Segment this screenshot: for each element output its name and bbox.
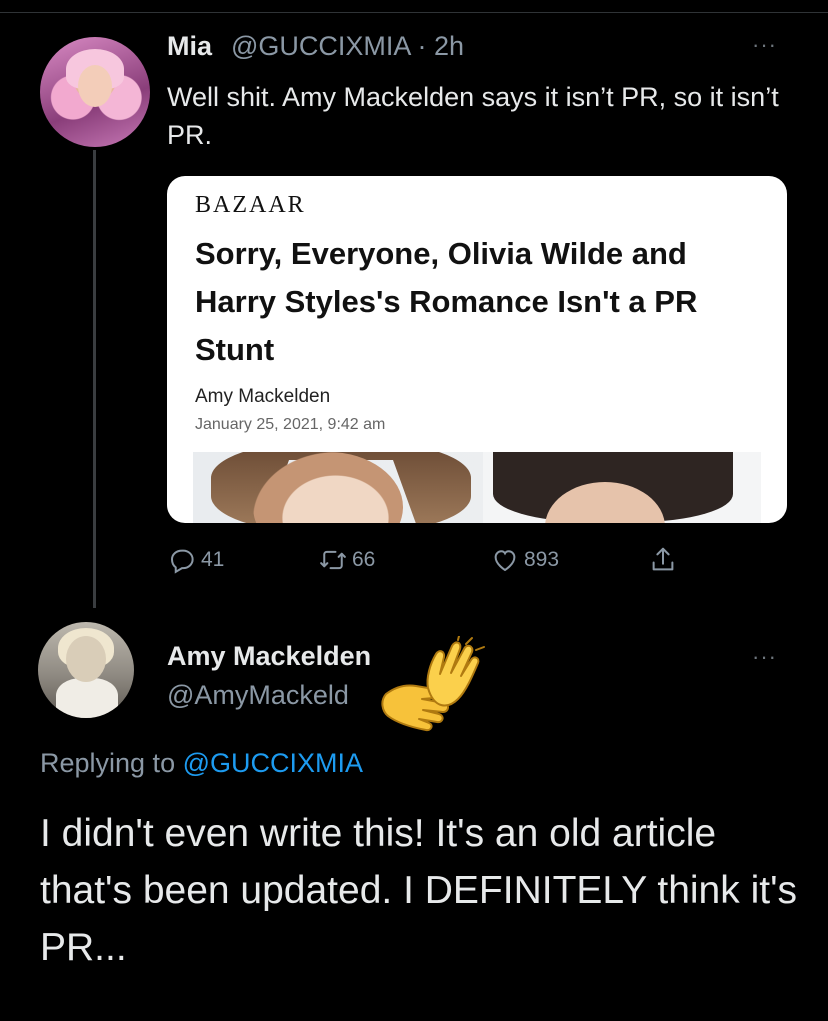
top-divider bbox=[0, 12, 828, 13]
clapping-hands-icon bbox=[381, 636, 485, 732]
retweet-count: 66 bbox=[352, 548, 376, 571]
article-author: Amy Mackelden bbox=[195, 386, 331, 407]
reply-button[interactable]: 41 bbox=[167, 540, 224, 580]
avatar[interactable] bbox=[38, 622, 134, 718]
retweet-icon bbox=[320, 550, 346, 570]
heart-icon bbox=[494, 550, 516, 572]
article-photo bbox=[193, 452, 761, 523]
more-options-icon[interactable]: ··· bbox=[752, 32, 777, 58]
tweet-meta: @GUCCIXMIA · 2h bbox=[231, 31, 464, 61]
like-count: 893 bbox=[524, 548, 560, 571]
author-name[interactable]: Amy Mackelden bbox=[167, 641, 371, 672]
publication-logo: BAZAAR bbox=[195, 192, 306, 218]
article-date: January 25, 2021, 9:42 am bbox=[195, 416, 386, 433]
timestamp[interactable]: 2h bbox=[434, 31, 464, 61]
thread-line bbox=[93, 150, 96, 608]
replying-to: Replying to @GUCCIXMIA bbox=[40, 748, 363, 779]
article-headline: Sorry, Everyone, Olivia Wilde and Harry … bbox=[195, 236, 698, 367]
author-handle[interactable]: @GUCCIXMIA bbox=[231, 31, 410, 61]
more-options-icon[interactable]: ··· bbox=[752, 644, 777, 670]
tweet-text: I didn't even write this! It's an old ar… bbox=[40, 812, 798, 969]
share-button[interactable] bbox=[648, 540, 682, 580]
author-handle[interactable]: @AmyMackeld bbox=[167, 680, 349, 711]
retweet-button[interactable]: 66 bbox=[318, 540, 375, 580]
reply-icon bbox=[170, 549, 194, 574]
replying-prefix: Replying to bbox=[40, 748, 176, 778]
like-button[interactable]: 893 bbox=[490, 540, 559, 580]
link-card[interactable]: BAZAAR Sorry, Everyone, Olivia Wilde and… bbox=[167, 176, 787, 523]
mention-link[interactable]: @GUCCIXMIA bbox=[183, 748, 363, 778]
reply-count: 41 bbox=[201, 548, 225, 571]
tweet-text: Well shit. Amy Mackelden says it isn’t P… bbox=[167, 82, 779, 150]
avatar[interactable] bbox=[40, 37, 150, 147]
share-icon bbox=[652, 547, 674, 571]
author-name[interactable]: Mia bbox=[167, 31, 212, 62]
